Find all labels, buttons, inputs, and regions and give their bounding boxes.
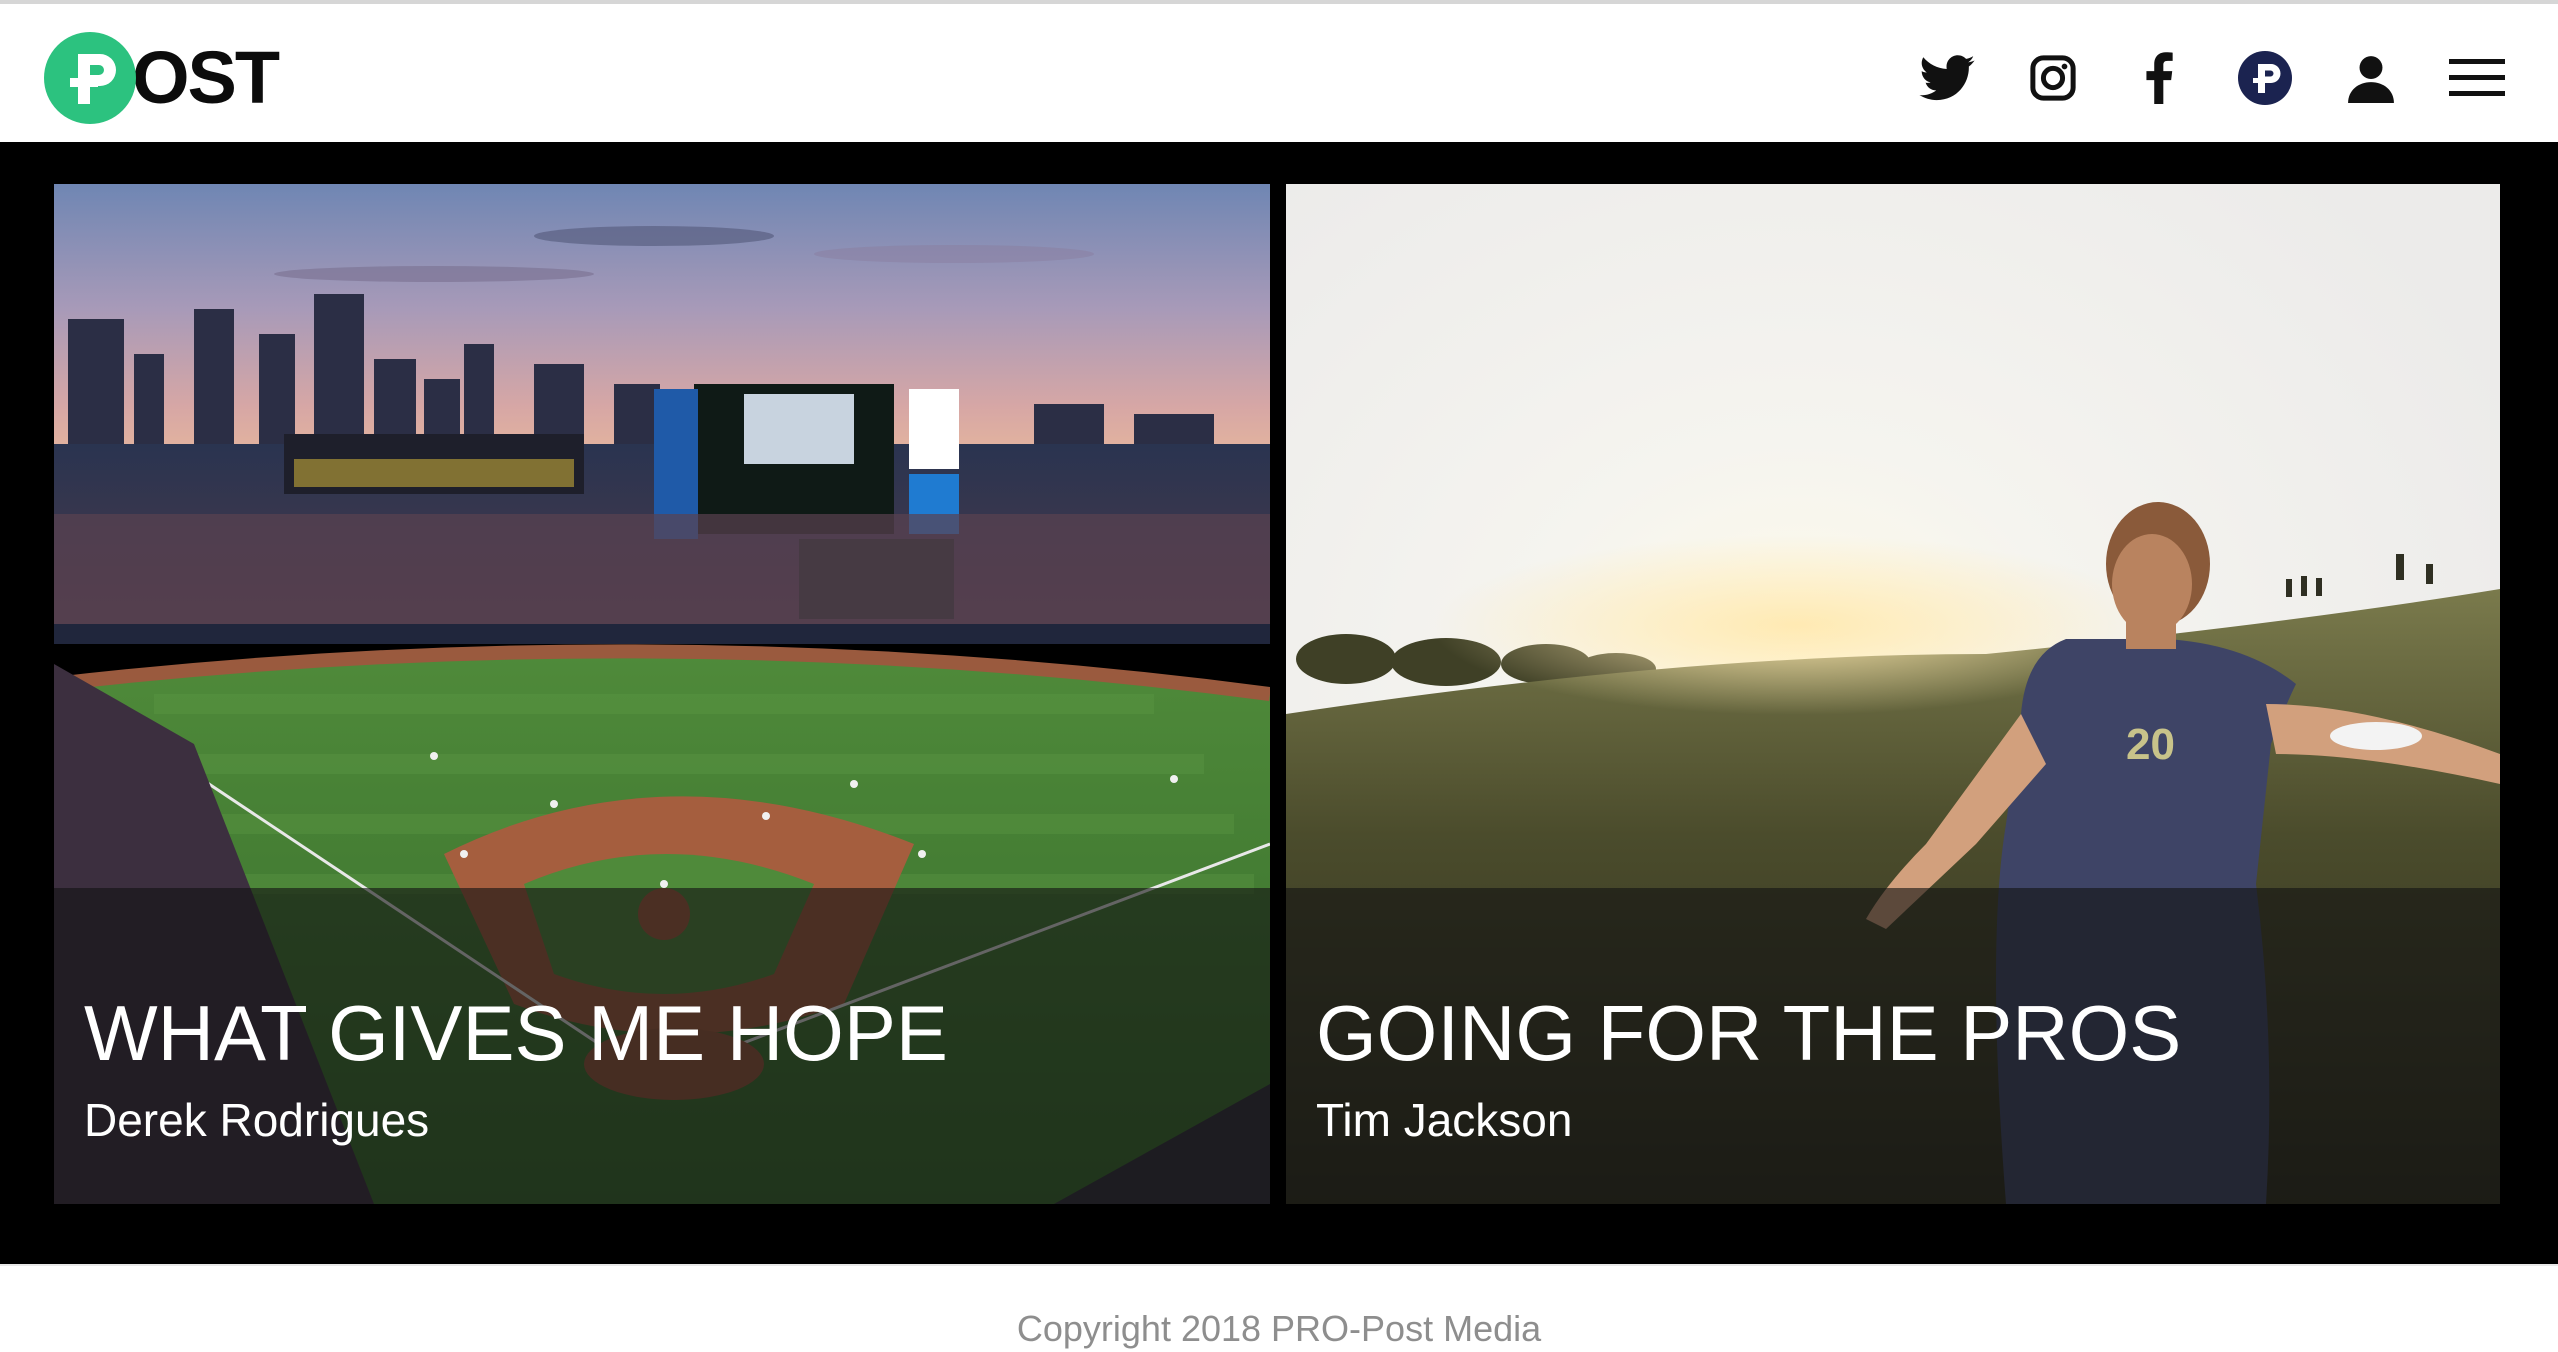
article-title[interactable]: GOING FOR THE PROS	[1316, 988, 2181, 1079]
facebook-icon[interactable]	[2128, 47, 2190, 109]
logo-text: OST	[132, 36, 280, 119]
copyright-text: Copyright 2018 PRO-Post Media	[1016, 1308, 1542, 1349]
article-author: Derek Rodrigues	[84, 1094, 430, 1146]
article-caption: GOING FOR THE PROS Tim Jackson	[1286, 888, 2500, 1204]
svg-text:20: 20	[2126, 720, 2175, 769]
menu-icon[interactable]	[2446, 47, 2508, 109]
instagram-icon[interactable]	[2022, 47, 2084, 109]
site-header: OST	[0, 4, 2558, 142]
featured-articles: WHAT GIVES ME HOPE Derek Rodrigues 20 GO…	[0, 142, 2558, 1264]
pro-post-icon[interactable]	[2234, 47, 2296, 109]
article-title[interactable]: WHAT GIVES ME HOPE	[84, 988, 948, 1079]
article-caption: WHAT GIVES ME HOPE Derek Rodrigues	[54, 888, 1270, 1204]
article-card-left[interactable]: WHAT GIVES ME HOPE Derek Rodrigues	[54, 184, 1270, 1204]
logo-mark-icon	[44, 32, 136, 124]
site-logo[interactable]: OST	[44, 32, 280, 124]
article-card-right[interactable]: 20 GOING FOR THE PROS Tim Jackson	[1286, 184, 2500, 1204]
site-footer: Copyright 2018 PRO-Post Media	[0, 1264, 2558, 1352]
article-author: Tim Jackson	[1316, 1094, 1573, 1146]
user-icon[interactable]	[2340, 47, 2402, 109]
twitter-icon[interactable]	[1916, 47, 1978, 109]
social-nav	[1872, 47, 2508, 109]
